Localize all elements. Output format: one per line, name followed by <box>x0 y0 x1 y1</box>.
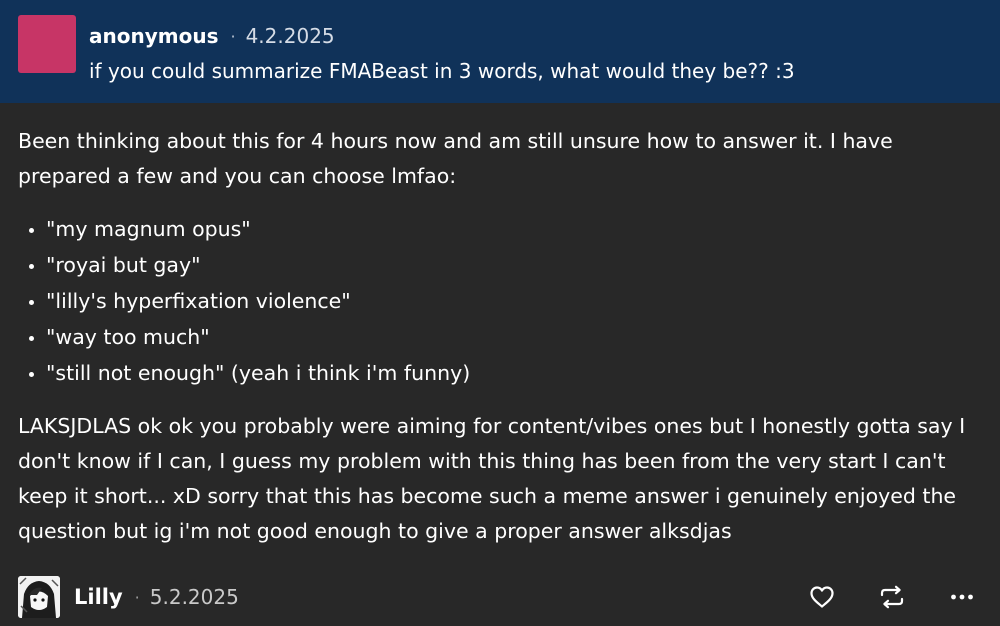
post-actions <box>774 575 984 619</box>
ask-question: if you could summarize FMABeast in 3 wor… <box>89 59 795 83</box>
list-item: "way too much" <box>46 319 990 355</box>
answer-closing: LAKSJDLAS ok ok you probably were aiming… <box>18 414 966 543</box>
separator-dot: · <box>134 587 140 607</box>
like-button[interactable] <box>800 575 844 619</box>
reply-author[interactable]: Lilly <box>74 585 123 609</box>
asker-name[interactable]: anonymous <box>89 24 218 48</box>
answer-intro: Been thinking about this for 4 hours now… <box>18 129 893 188</box>
list-item: "royai but gay" <box>46 247 990 283</box>
options-list: "my magnum opus" "royai but gay" "lilly'… <box>18 211 990 391</box>
avatar[interactable] <box>18 576 60 618</box>
list-item: "lilly's hyperfixation violence" <box>46 283 990 319</box>
reply-date: 5.2.2025 <box>149 585 239 609</box>
separator-dot: · <box>230 26 236 46</box>
more-options-button[interactable] <box>940 575 984 619</box>
heart-icon <box>810 586 834 608</box>
ask-card: anonymous · 4.2.2025 if you could summar… <box>0 0 1000 103</box>
ask-date: 4.2.2025 <box>245 24 335 48</box>
anonymous-avatar[interactable] <box>18 15 76 73</box>
avatar-image-icon <box>18 576 60 618</box>
ask-meta: anonymous · 4.2.2025 <box>89 22 335 50</box>
more-icon <box>951 594 973 600</box>
reblog-icon <box>880 585 904 609</box>
list-item: "my magnum opus" <box>46 211 990 247</box>
answer-body: Been thinking about this for 4 hours now… <box>18 124 990 549</box>
reply-footer: Lilly · 5.2.2025 <box>18 574 984 620</box>
list-item: "still not enough" (yeah i think i'm fun… <box>46 355 990 391</box>
reblog-button[interactable] <box>870 575 914 619</box>
